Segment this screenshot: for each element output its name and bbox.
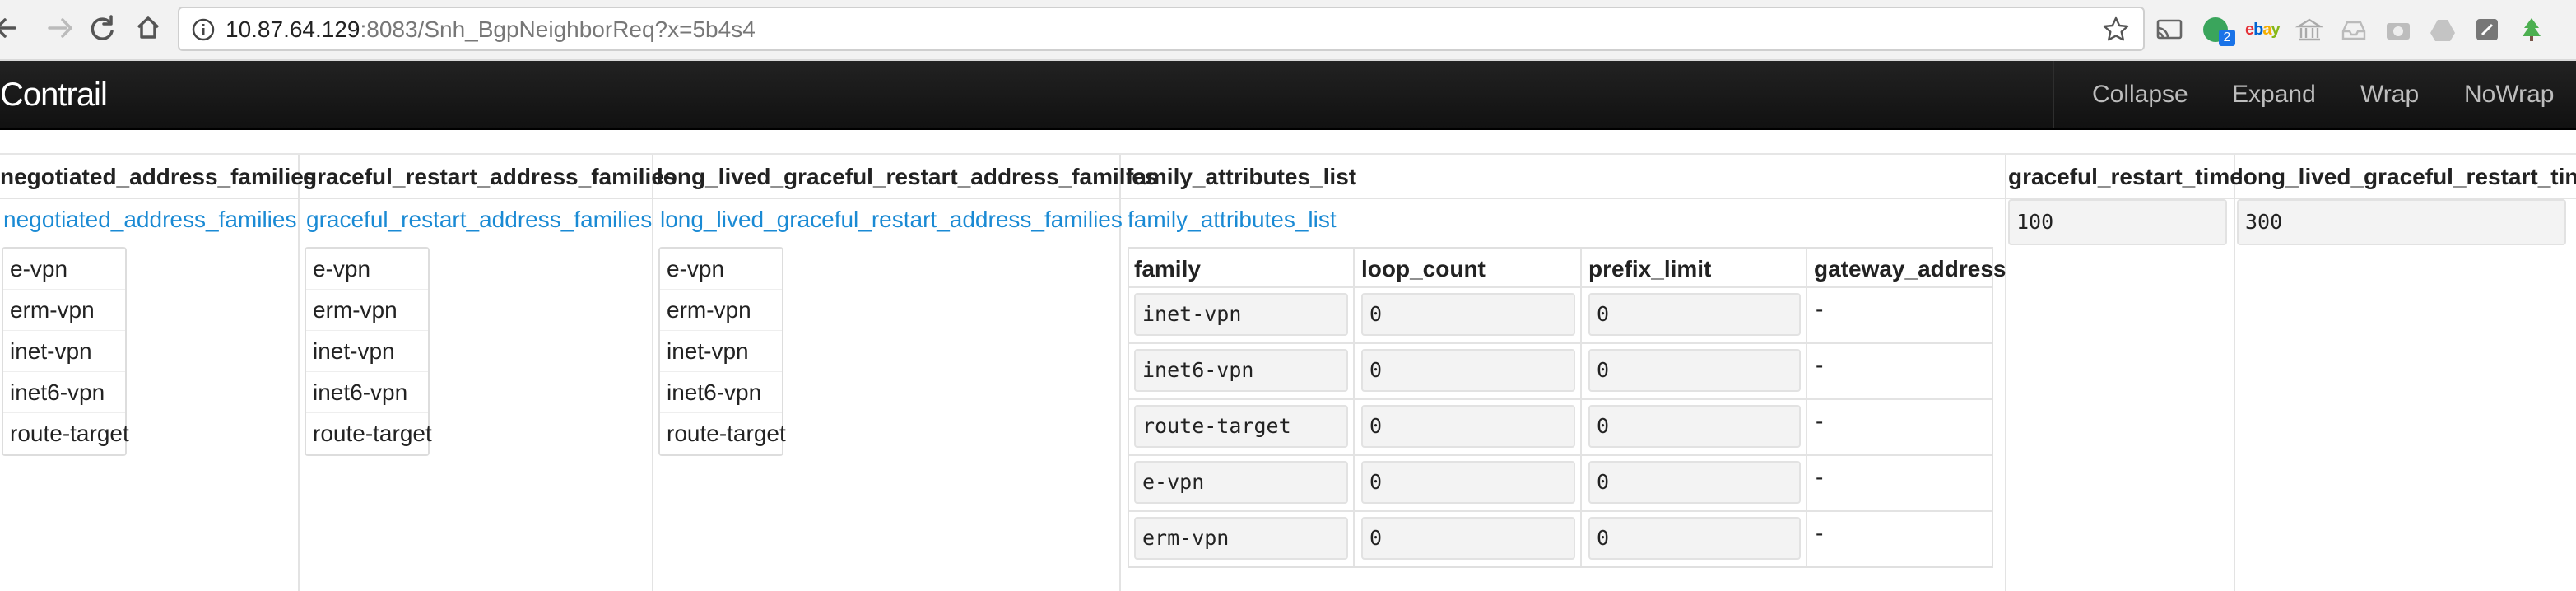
column-header-long-lived-graceful-restart-address-families: long_lived_graceful_restart_address_fami… (657, 164, 1158, 189)
column-header-family-attributes-list: family_attributes_list (1126, 164, 1357, 189)
cast-icon[interactable] (2155, 15, 2184, 44)
family-cell: erm-vpn (1134, 517, 1348, 560)
long-lived-graceful-restart-time-value: 300 (2237, 199, 2566, 245)
long-lived-graceful-restart-address-families-list: e-vpn erm-vpn inet-vpn inet6-vpn route-t… (658, 247, 786, 456)
loop-count-cell: 0 (1361, 405, 1575, 448)
graceful-restart-time-value: 100 (2008, 199, 2227, 245)
inner-row-divider (1129, 454, 1992, 456)
prefix-limit-cell: 0 (1588, 293, 1801, 336)
family-attributes-table: family loop_count prefix_limit gateway_a… (1128, 247, 2006, 568)
column-divider (2005, 155, 2006, 591)
long-lived-graceful-restart-address-families-toggle[interactable]: long_lived_graceful_restart_address_fami… (660, 206, 1123, 234)
inbox-icon[interactable] (2339, 15, 2369, 44)
inner-row-divider (1129, 510, 1992, 512)
inner-column-divider (1580, 249, 1582, 566)
list-item: erm-vpn (306, 290, 428, 331)
loop-count-cell: 0 (1361, 293, 1575, 336)
graceful-restart-address-families-toggle[interactable]: graceful_restart_address_families (306, 206, 652, 234)
list-item: erm-vpn (3, 290, 125, 331)
loop-count-cell: 0 (1361, 517, 1575, 560)
column-divider (652, 155, 653, 591)
bank-icon[interactable] (2295, 15, 2324, 44)
url-host: 10.87.64.129 (226, 16, 360, 42)
list-item: inet6-vpn (660, 372, 782, 413)
family-cell: route-target (1134, 405, 1348, 448)
wrap-link[interactable]: Wrap (2360, 81, 2419, 109)
gateway-address-cell: - (1816, 464, 1824, 490)
family-cell: e-vpn (1134, 461, 1348, 504)
prefix-limit-cell: 0 (1588, 517, 1801, 560)
url-text[interactable]: 10.87.64.129:8083/Snh_BgpNeighborReq?x=5… (226, 16, 756, 43)
prefix-limit-header: prefix_limit (1588, 256, 1712, 282)
list-item: e-vpn (3, 249, 125, 290)
column-divider (2234, 155, 2235, 591)
table-top-border (0, 153, 2576, 155)
bookmark-star-icon[interactable] (2102, 16, 2130, 44)
nowrap-link[interactable]: NoWrap (2464, 81, 2554, 109)
column-header-negotiated-address-families: negotiated_address_families (0, 164, 317, 189)
list-item: route-target (313, 421, 432, 446)
gateway-address-cell: - (1816, 408, 1824, 434)
inner-row-divider (1129, 342, 1992, 344)
column-divider (298, 155, 300, 591)
drive-icon[interactable] (2428, 15, 2457, 44)
tree-icon[interactable] (2517, 15, 2546, 44)
gateway-address-cell: - (1816, 296, 1824, 322)
loop-count-cell: 0 (1361, 349, 1575, 392)
url-path: :8083/Snh_BgpNeighborReq?x=5b4s4 (360, 16, 756, 42)
column-header-long-lived-graceful-restart-time: long_lived_graceful_restart_time (2237, 164, 2576, 189)
family-cell: inet6-vpn (1134, 349, 1348, 392)
gateway-address-cell: - (1816, 520, 1824, 546)
gateway-address-cell: - (1816, 352, 1824, 378)
browser-toolbar: 10.87.64.129:8083/Snh_BgpNeighborReq?x=5… (0, 0, 2576, 61)
app-navbar: Contrail Collapse Expand Wrap NoWrap (0, 61, 2576, 130)
prefix-limit-cell: 0 (1588, 405, 1801, 448)
collapse-link[interactable]: Collapse (2092, 81, 2188, 109)
list-item: inet-vpn (660, 331, 782, 372)
expand-link[interactable]: Expand (2232, 81, 2316, 109)
negotiated-address-families-list: e-vpn erm-vpn inet-vpn inet6-vpn route-t… (2, 247, 129, 456)
list-item: e-vpn (660, 249, 782, 290)
column-header-graceful-restart-time: graceful_restart_time (2008, 164, 2243, 189)
prefix-limit-cell: 0 (1588, 349, 1801, 392)
inner-column-divider (1353, 249, 1355, 566)
list-item: inet6-vpn (306, 372, 428, 413)
loop-count-header: loop_count (1361, 256, 1486, 282)
reload-icon[interactable] (84, 10, 120, 46)
inner-row-divider (1129, 398, 1992, 400)
family-attributes-list-toggle[interactable]: family_attributes_list (1128, 206, 1337, 234)
inner-column-divider (1806, 249, 1807, 566)
extension-badge: 2 (2219, 30, 2235, 46)
list-item: erm-vpn (660, 290, 782, 331)
list-item: inet-vpn (306, 331, 428, 372)
family-cell: inet-vpn (1134, 293, 1348, 336)
home-icon[interactable] (130, 10, 166, 46)
list-item: inet6-vpn (3, 372, 125, 413)
forward-arrow-icon[interactable] (41, 10, 77, 46)
window-icon[interactable] (2472, 15, 2502, 44)
list-item: inet-vpn (3, 331, 125, 372)
info-icon[interactable] (191, 17, 216, 42)
family-header: family (1134, 256, 1201, 282)
list-item: route-target (667, 421, 786, 446)
negotiated-address-families-toggle[interactable]: negotiated_address_families (3, 206, 296, 234)
address-bar[interactable]: 10.87.64.129:8083/Snh_BgpNeighborReq?x=5… (178, 7, 2145, 51)
gateway-address-header: gateway_address (1814, 256, 2006, 282)
loop-count-cell: 0 (1361, 461, 1575, 504)
camera-icon[interactable] (2383, 15, 2413, 44)
graceful-restart-address-families-list: e-vpn erm-vpn inet-vpn inet6-vpn route-t… (305, 247, 432, 456)
brand-title[interactable]: Contrail (0, 76, 108, 114)
back-arrow-icon[interactable] (0, 10, 26, 46)
column-header-graceful-restart-address-families: graceful_restart_address_families (303, 164, 677, 189)
list-item: e-vpn (306, 249, 428, 290)
navbar-divider (2053, 61, 2054, 128)
prefix-limit-cell: 0 (1588, 461, 1801, 504)
inner-row-divider (1129, 286, 1992, 288)
ebay-icon[interactable]: ebay (2245, 15, 2281, 44)
list-item: route-target (10, 421, 129, 446)
